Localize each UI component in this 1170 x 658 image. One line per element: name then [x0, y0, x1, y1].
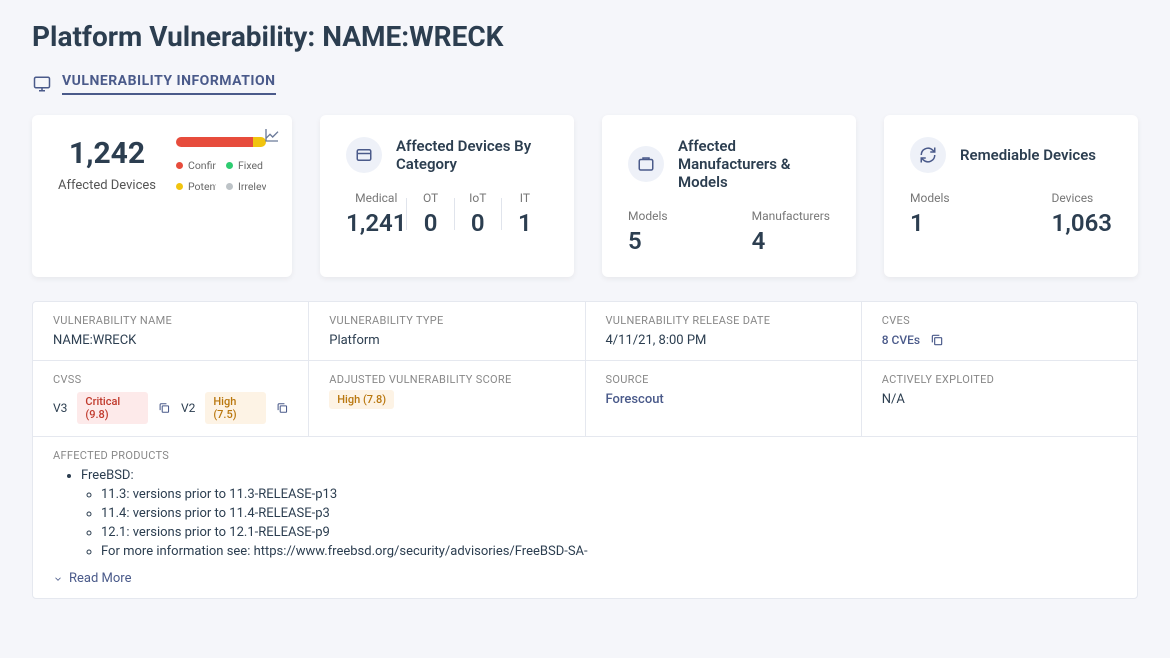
status-bar-chart [176, 137, 266, 147]
category-title: Affected Devices By Category [396, 137, 548, 173]
stat-rem-devices: Devices1,063 [1052, 191, 1112, 237]
stat-iot: IoT0 [455, 191, 501, 237]
popup-icon[interactable] [276, 401, 289, 415]
category-card: Affected Devices By Category Medical1,24… [320, 115, 574, 277]
cell-adjusted: ADJUSTED VULNERABILITY SCORE High (7.8) [309, 361, 585, 436]
popup-icon[interactable] [930, 333, 944, 347]
cell-affected-products: AFFECTED PRODUCTS FreeBSD: 11.3: version… [33, 437, 1137, 598]
adjusted-badge: High (7.8) [329, 390, 394, 409]
cvss-v3-badge: Critical (9.8) [77, 392, 148, 424]
product-version: 11.3: versions prior to 11.3-RELEASE-p13 [101, 487, 1117, 502]
cell-release-date: VULNERABILITY RELEASE DATE 4/11/21, 8:00… [586, 302, 862, 360]
cell-source: SOURCE Forescout [586, 361, 862, 436]
stat-manufacturers: Manufacturers4 [752, 209, 830, 255]
cvss-v2-badge: High (7.5) [205, 392, 265, 424]
section-label[interactable]: VULNERABILITY INFORMATION [62, 73, 276, 95]
affected-devices-card: 1,242 Affected Devices Confirmed 85.... … [32, 115, 292, 277]
remediable-icon [910, 137, 946, 173]
product-item: FreeBSD: 11.3: versions prior to 11.3-RE… [81, 468, 1117, 559]
cvss-v2-label: V2 [181, 401, 195, 415]
stat-it: IT1 [502, 191, 548, 237]
product-version: 11.4: versions prior to 11.4-RELEASE-p3 [101, 506, 1117, 521]
cell-vuln-name: VULNERABILITY NAME NAME:WRECK [33, 302, 309, 360]
affected-count-label: Affected Devices [58, 178, 156, 193]
manufacturers-title: Affected Manufacturers & Models [678, 137, 830, 191]
cell-exploited: ACTIVELY EXPLOITED N/A [862, 361, 1137, 436]
stat-ot: OT0 [407, 191, 453, 237]
remediable-card: Remediable Devices Models1 Devices1,063 [884, 115, 1138, 277]
read-more-button[interactable]: Read More [53, 571, 1117, 586]
manufacturers-card: Affected Manufacturers & Models Models5 … [602, 115, 856, 277]
stat-medical: Medical1,241 [346, 191, 406, 237]
stat-models: Models5 [628, 209, 668, 255]
legend-confirmed: Confirmed 85.... [176, 159, 216, 172]
section-header: VULNERABILITY INFORMATION [32, 73, 1138, 95]
stat-rem-models: Models1 [910, 191, 950, 237]
legend-potentially: Potentially Rel... [176, 180, 216, 193]
product-version: 12.1: versions prior to 12.1-RELEASE-p9 [101, 525, 1117, 540]
cell-cves: CVES 8 CVEs [862, 302, 1137, 360]
cell-cvss: CVSS V3 Critical (9.8) V2 High (7.5) [33, 361, 309, 436]
page-title: Platform Vulnerability: NAME:WRECK [32, 20, 1138, 53]
category-icon [346, 137, 382, 173]
product-version: For more information see: https://www.fr… [101, 544, 1117, 559]
affected-count: 1,242 [58, 137, 156, 170]
manufacturers-icon [628, 146, 664, 182]
monitor-icon [32, 75, 52, 93]
cves-link[interactable]: 8 CVEs [882, 333, 920, 347]
chevron-down-icon [53, 574, 63, 584]
chart-icon[interactable] [264, 127, 280, 147]
legend: Confirmed 85.... Fixed 0% Potentially Re… [176, 159, 266, 193]
popup-icon[interactable] [158, 401, 171, 415]
legend-fixed: Fixed 0% [226, 159, 266, 172]
cell-vuln-type: VULNERABILITY TYPE Platform [309, 302, 585, 360]
source-link[interactable]: Forescout [606, 392, 841, 407]
info-grid: VULNERABILITY NAME NAME:WRECK VULNERABIL… [32, 301, 1138, 599]
legend-irrelevant: Irreleva... [226, 180, 266, 193]
remediable-title: Remediable Devices [960, 146, 1096, 164]
bar-segment-confirmed [176, 137, 253, 147]
cvss-v3-label: V3 [53, 401, 67, 415]
